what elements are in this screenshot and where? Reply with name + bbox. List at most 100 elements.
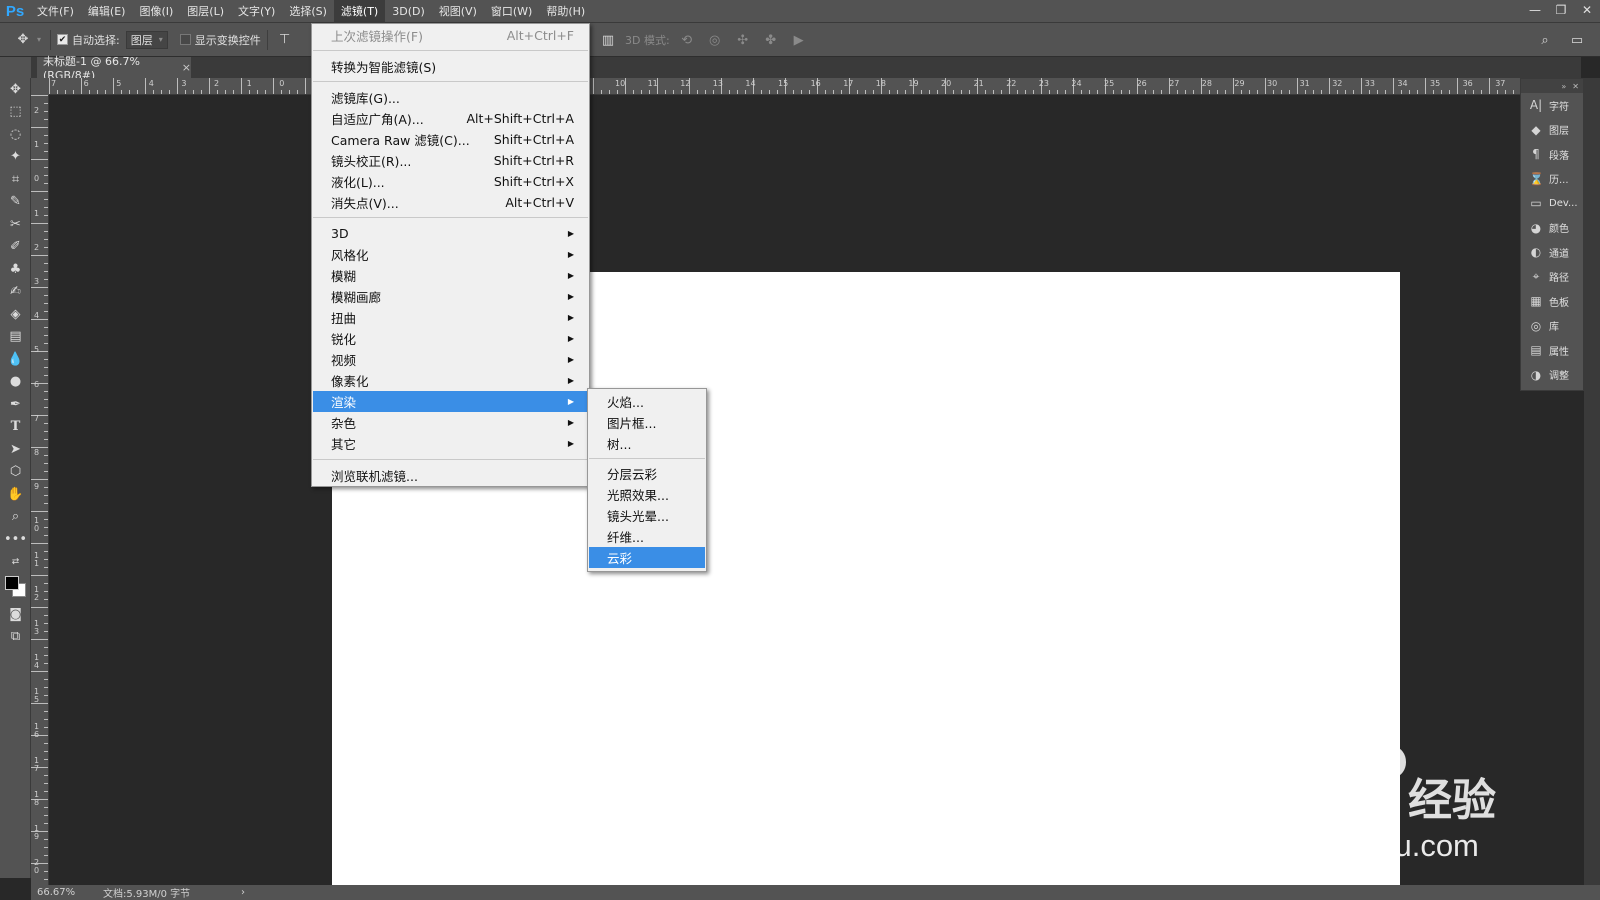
- menu-item-browse-online[interactable]: 浏览联机滤镜...: [313, 465, 588, 486]
- history-brush-tool-icon[interactable]: ✍: [0, 281, 31, 304]
- render-menu-item[interactable]: 光照效果...: [589, 484, 705, 505]
- menu-item-liquify[interactable]: 液化(L)... Shift+Ctrl+X: [313, 171, 588, 192]
- menu-item-filter-gallery[interactable]: 滤镜库(G)...: [313, 87, 588, 108]
- healing-brush-tool-icon[interactable]: ✂: [0, 213, 31, 236]
- dock-panel-layers[interactable]: ◆ 图层: [1521, 118, 1583, 143]
- menu-item-submenu[interactable]: 渲染 ▶: [313, 391, 588, 412]
- ruler-origin[interactable]: [31, 78, 49, 95]
- dock-panel-channels[interactable]: ◐ 通道: [1521, 240, 1583, 265]
- menu-item-submenu[interactable]: 像素化 ▶: [313, 370, 588, 391]
- move-tool-icon[interactable]: ✥: [12, 29, 34, 51]
- document-tab[interactable]: 未标题-1 @ 66.7%(RGB/8#) ×: [37, 55, 191, 82]
- menu-filter[interactable]: 滤镜(T): [333, 0, 386, 23]
- eraser-tool-icon[interactable]: ◈: [0, 303, 31, 326]
- shape-tool-icon[interactable]: ⬡: [0, 461, 31, 484]
- dock-panel-device-preview[interactable]: ▭ Dev...: [1521, 191, 1583, 216]
- lasso-tool-icon[interactable]: ◌: [0, 123, 31, 146]
- menu-item-lens-correction[interactable]: 镜头校正(R)... Shift+Ctrl+R: [313, 150, 588, 171]
- dock-panel-properties[interactable]: ▤ 属性: [1521, 338, 1583, 363]
- menu-item-submenu[interactable]: 视频 ▶: [313, 349, 588, 370]
- menu-item-submenu[interactable]: 杂色 ▶: [313, 412, 588, 433]
- render-menu-item[interactable]: 树...: [589, 433, 705, 454]
- dock-panel-paragraph[interactable]: ¶ 段落: [1521, 142, 1583, 167]
- foreground-color-swatch[interactable]: [5, 576, 19, 590]
- orbit-3d-icon[interactable]: ⟲: [676, 29, 698, 51]
- render-menu-item[interactable]: 分层云彩: [589, 463, 705, 484]
- screen-mode-icon[interactable]: ⧉: [0, 626, 31, 649]
- menu-image[interactable]: 图像(I): [132, 0, 180, 23]
- menu-item-submenu[interactable]: 模糊 ▶: [313, 265, 588, 286]
- minimize-button[interactable]: —: [1522, 0, 1548, 23]
- search-icon[interactable]: ⌕: [1534, 29, 1556, 51]
- distribute-icon[interactable]: ▥: [597, 29, 619, 51]
- close-dock-icon[interactable]: ✕: [1572, 82, 1579, 91]
- toolbar-grip[interactable]: [0, 57, 31, 78]
- menu-select[interactable]: 选择(S): [282, 0, 334, 23]
- render-menu-item[interactable]: 图片框...: [589, 412, 705, 433]
- path-selection-tool-icon[interactable]: ➤: [0, 438, 31, 461]
- crop-tool-icon[interactable]: ⌗: [0, 168, 31, 191]
- menu-help[interactable]: 帮助(H): [539, 0, 592, 23]
- blur-tool-icon[interactable]: 💧: [0, 348, 31, 371]
- menu-item-camera-raw[interactable]: Camera Raw 滤镜(C)... Shift+Ctrl+A: [313, 129, 588, 150]
- eyedropper-tool-icon[interactable]: ✎: [0, 191, 31, 214]
- show-transform-checkbox[interactable]: [179, 34, 191, 45]
- menu-item-last-filter[interactable]: 上次滤镜操作(F) Alt+Ctrl+F: [313, 25, 588, 46]
- menu-view[interactable]: 视图(V): [432, 0, 484, 23]
- color-swatches[interactable]: [0, 573, 31, 603]
- render-menu-item[interactable]: 镜头光晕...: [589, 505, 705, 526]
- chevron-down-icon[interactable]: ▾: [34, 29, 44, 51]
- dock-panel-swatches[interactable]: ▦ 色板: [1521, 289, 1583, 314]
- menu-item-submenu[interactable]: 模糊画廊 ▶: [313, 286, 588, 307]
- menu-edit[interactable]: 编辑(E): [81, 0, 133, 23]
- auto-select-target-select[interactable]: 图层 ▾: [125, 30, 168, 49]
- gradient-tool-icon[interactable]: ▤: [0, 326, 31, 349]
- hand-tool-icon[interactable]: ✋: [0, 483, 31, 506]
- menu-item-submenu[interactable]: 其它 ▶: [313, 433, 588, 454]
- menu-item-adaptive-wide-angle[interactable]: 自适应广角(A)... Alt+Shift+Ctrl+A: [313, 108, 588, 129]
- zoom-tool-icon[interactable]: ⌕: [0, 506, 31, 529]
- dock-panel-libraries[interactable]: ◎ 库: [1521, 314, 1583, 339]
- menu-window[interactable]: 窗口(W): [484, 0, 539, 23]
- menu-3d[interactable]: 3D(D): [385, 0, 432, 23]
- menu-type[interactable]: 文字(Y): [231, 0, 282, 23]
- menu-item-vanishing-point[interactable]: 消失点(V)... Alt+Ctrl+V: [313, 192, 588, 213]
- scale-3d-icon[interactable]: ▶: [788, 29, 810, 51]
- menu-item-submenu[interactable]: 扭曲 ▶: [313, 307, 588, 328]
- menu-layer[interactable]: 图层(L): [180, 0, 231, 23]
- menu-item-submenu[interactable]: 锐化 ▶: [313, 328, 588, 349]
- pan-3d-icon[interactable]: ✣: [732, 29, 754, 51]
- quick-mask-icon[interactable]: ◙: [0, 603, 31, 626]
- zoom-level[interactable]: 66.67%: [31, 887, 91, 898]
- pen-tool-icon[interactable]: ✒: [0, 393, 31, 416]
- render-menu-item[interactable]: 纤维...: [589, 526, 705, 547]
- brush-tool-icon[interactable]: ✐: [0, 236, 31, 259]
- type-tool-icon[interactable]: T: [0, 416, 31, 439]
- close-button[interactable]: ✕: [1574, 0, 1600, 23]
- move-tool-icon[interactable]: ✥: [0, 78, 31, 101]
- status-menu-arrow[interactable]: ›: [241, 887, 245, 898]
- marquee-tool-icon[interactable]: ⬚: [0, 101, 31, 124]
- dock-panel-color[interactable]: ◕ 颜色: [1521, 216, 1583, 241]
- collapse-dock-icon[interactable]: »: [1561, 82, 1566, 91]
- close-tab-icon[interactable]: ×: [182, 61, 191, 74]
- slide-3d-icon[interactable]: ✤: [760, 29, 782, 51]
- menu-file[interactable]: 文件(F): [30, 0, 81, 23]
- align-top-icon[interactable]: ⊤: [274, 29, 296, 51]
- menu-item-submenu[interactable]: 风格化 ▶: [313, 244, 588, 265]
- menu-item-convert-smart-filter[interactable]: 转换为智能滤镜(S): [313, 56, 588, 77]
- workspace-icon[interactable]: ▭: [1566, 29, 1588, 51]
- roll-3d-icon[interactable]: ◎: [704, 29, 726, 51]
- auto-select-checkbox[interactable]: ✔: [57, 34, 68, 45]
- horizontal-ruler[interactable]: 7 6 5 4 3 2 1 0 10 11 12 13 14 15 16 17 18 19 20 21 22 23 24 25…: [49, 78, 1581, 95]
- magic-wand-tool-icon[interactable]: ✦: [0, 146, 31, 169]
- render-menu-item[interactable]: 云彩: [589, 547, 705, 568]
- clone-stamp-tool-icon[interactable]: ♣: [0, 258, 31, 281]
- dock-panel-history[interactable]: ⌛ 历...: [1521, 167, 1583, 192]
- render-menu-item[interactable]: 火焰...: [589, 391, 705, 412]
- more-tools-icon[interactable]: •••: [0, 528, 31, 551]
- restore-button[interactable]: ❐: [1548, 0, 1574, 23]
- dock-panel-adjustments[interactable]: ◑ 调整: [1521, 363, 1583, 388]
- swap-colors-icon[interactable]: ⇄: [0, 551, 31, 574]
- dock-panel-character[interactable]: A| 字符: [1521, 93, 1583, 118]
